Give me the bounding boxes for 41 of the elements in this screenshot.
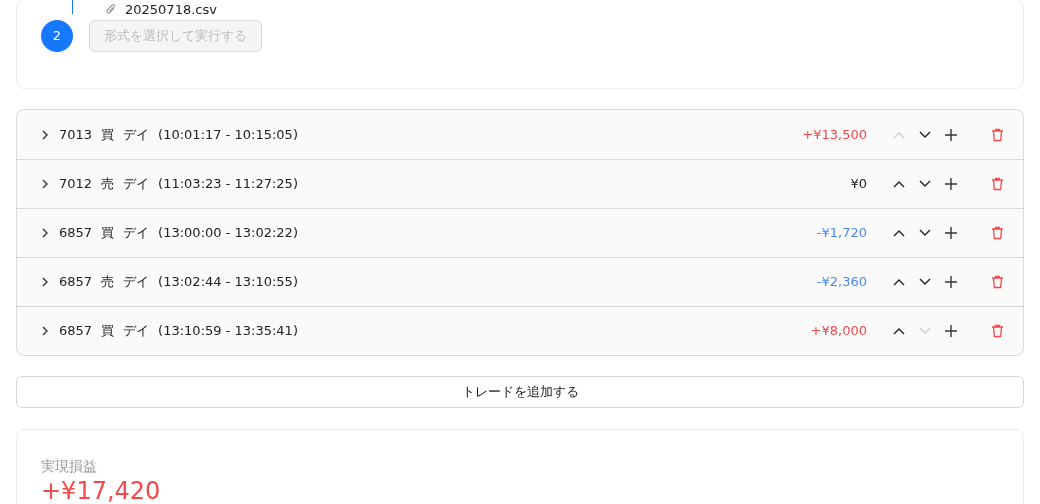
trade-pnl: ¥0	[850, 175, 867, 194]
file-name[interactable]: 20250718.csv	[125, 0, 217, 20]
trade-style: デイ	[123, 125, 150, 144]
trade-side: 売	[101, 273, 115, 292]
trash-icon	[990, 177, 1004, 191]
trash-icon	[990, 226, 1004, 240]
trade-time: (13:10:59 - 13:35:41)	[158, 322, 298, 341]
trade-code: 7013	[59, 125, 93, 144]
trade-code: 6857	[59, 322, 93, 341]
trade-side: 買	[101, 224, 115, 243]
trade-style: デイ	[123, 322, 150, 341]
trade-side: 買	[101, 322, 115, 341]
step-number: 2	[41, 19, 73, 52]
realized-pnl-value: +¥17,420	[41, 479, 162, 503]
trade-time: (10:01:17 - 10:15:05)	[158, 125, 298, 144]
plus-icon	[944, 324, 958, 338]
plus-icon	[944, 226, 958, 240]
trade-pnl: +¥8,000	[810, 322, 867, 341]
trash-icon	[990, 275, 1004, 289]
plus-icon	[944, 275, 958, 289]
trade-pnl: +¥13,500	[802, 125, 867, 144]
trade-style: デイ	[123, 224, 150, 243]
trade-time: (13:00:00 - 13:02:22)	[158, 224, 298, 243]
trade-pnl: -¥1,720	[816, 224, 867, 243]
trade-code: 6857	[59, 273, 93, 292]
realized-pnl-label: 実現損益	[41, 457, 98, 476]
trade-side: 売	[101, 175, 115, 194]
plus-icon	[944, 127, 958, 142]
trash-icon	[990, 127, 1004, 142]
trade-code: 7012	[59, 175, 93, 194]
add-trade-button[interactable]: トレードを追加する	[16, 376, 1024, 408]
trade-pnl: -¥2,360	[816, 273, 867, 292]
trade-style: デイ	[123, 273, 150, 292]
plus-icon	[944, 177, 958, 191]
paperclip-icon	[105, 3, 117, 17]
trade-side: 買	[101, 125, 115, 144]
trade-code: 6857	[59, 224, 93, 243]
trade-style: デイ	[123, 175, 150, 194]
trash-icon	[990, 324, 1004, 338]
trade-time: (11:03:23 - 11:27:25)	[158, 175, 298, 194]
trade-time: (13:02:44 - 13:10:55)	[158, 273, 298, 292]
